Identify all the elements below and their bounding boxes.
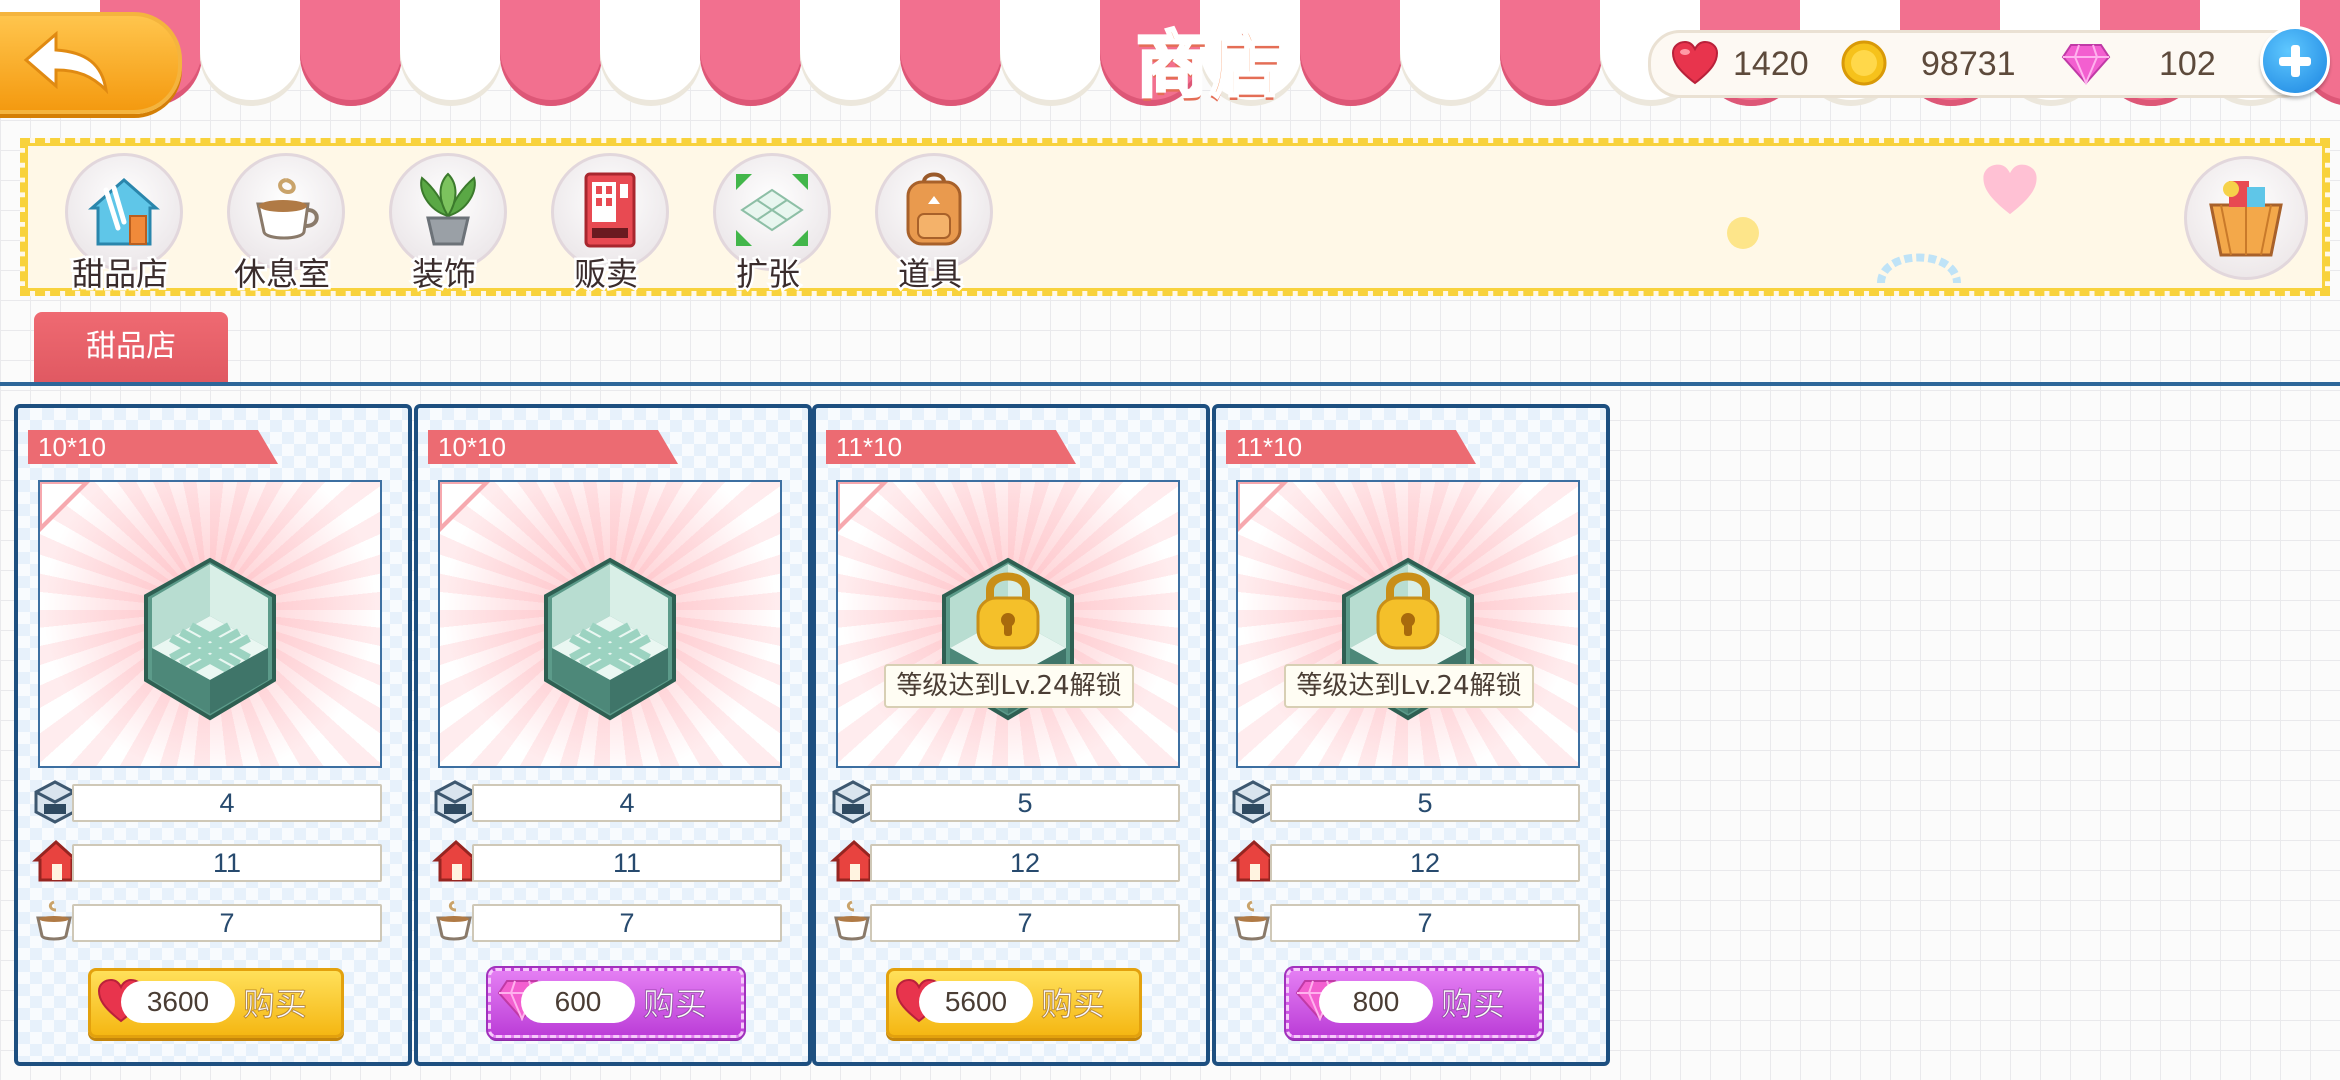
category-label: 道具 — [895, 253, 964, 296]
category-label: 装饰 — [409, 253, 478, 296]
tab-dessert-shop[interactable]: 甜品店 — [34, 312, 228, 382]
item-preview — [438, 480, 782, 768]
stat-lounge: 7 — [432, 898, 782, 944]
category-decoration[interactable]: 装饰 — [379, 153, 509, 296]
price-value: 600 — [521, 981, 635, 1023]
price-value: 3600 — [121, 981, 235, 1023]
category-label: 休息室 — [231, 253, 332, 296]
backpack-icon — [906, 172, 962, 246]
category-label: 甜品店 — [69, 253, 170, 296]
size-ribbon: 10*10 — [428, 430, 678, 464]
shop-value: 12 — [870, 844, 1180, 882]
item-preview: 等级达到Lv.24解锁 — [1236, 480, 1580, 768]
buy-label: 购买 — [242, 985, 308, 1024]
tab-divider — [0, 382, 2340, 386]
stat-lounge: 7 — [32, 898, 382, 944]
lounge-value: 7 — [870, 904, 1180, 942]
stat-shop: 11 — [432, 838, 782, 884]
dessert-shop-icon — [88, 178, 160, 246]
stat-shop: 12 — [830, 838, 1180, 884]
stat-floor: 5 — [1230, 778, 1580, 824]
lock-notice: 等级达到Lv.24解锁 — [884, 664, 1134, 708]
gem-icon — [2061, 44, 2111, 85]
floor-value: 5 — [870, 784, 1180, 822]
category-lounge[interactable]: 休息室 — [217, 153, 347, 296]
back-arrow-icon — [23, 30, 109, 94]
stat-lounge: 7 — [1230, 898, 1580, 944]
shop-value: 11 — [472, 844, 782, 882]
vending-machine-icon — [584, 172, 636, 248]
currency-bar: 1420 98731 102 — [1648, 30, 2314, 98]
lounge-value: 7 — [1270, 904, 1580, 942]
floor-value: 4 — [72, 784, 382, 822]
price-value: 5600 — [919, 981, 1033, 1023]
room-icon — [544, 557, 676, 721]
heart-decoration-icon — [1983, 164, 2037, 215]
flower-decoration-icon — [1727, 217, 1759, 249]
buy-label: 购买 — [1440, 985, 1506, 1024]
coins-value: 98731 — [1921, 45, 2016, 83]
buy-button[interactable]: 600 购买 — [486, 966, 746, 1040]
item-preview — [38, 480, 382, 768]
stat-floor: 4 — [32, 778, 382, 824]
lock-icon — [976, 572, 1040, 650]
buy-button[interactable]: 800 购买 — [1284, 966, 1544, 1040]
shop-value: 12 — [1270, 844, 1580, 882]
shop-card[interactable]: 10*10 4 11 7 3600 购买 — [14, 404, 412, 1066]
stat-shop: 12 — [1230, 838, 1580, 884]
coin-icon — [1841, 40, 1887, 86]
add-currency-button[interactable] — [2260, 26, 2330, 96]
buy-button[interactable]: 5600 购买 — [886, 968, 1142, 1038]
stat-lounge: 7 — [830, 898, 1180, 944]
lock-notice: 等级达到Lv.24解锁 — [1284, 664, 1534, 708]
category-dessert-shop[interactable]: 甜品店 — [55, 153, 185, 296]
stat-floor: 4 — [432, 778, 782, 824]
lounge-value: 7 — [72, 904, 382, 942]
size-ribbon: 11*10 — [826, 430, 1076, 464]
size-ribbon: 11*10 — [1226, 430, 1476, 464]
lounge-value: 7 — [472, 904, 782, 942]
category-label: 扩张 — [733, 253, 802, 296]
buy-label: 购买 — [1040, 985, 1106, 1024]
page-title: 商店 — [1134, 22, 1284, 109]
buy-label: 购买 — [642, 985, 708, 1024]
shop-card[interactable]: 11*10 等级达到Lv.24解锁 5 12 7 5600 购买 — [812, 404, 1210, 1066]
back-button[interactable] — [0, 12, 182, 114]
price-value: 800 — [1319, 981, 1433, 1023]
expand-floor-icon — [736, 174, 808, 246]
shop-card[interactable]: 11*10 等级达到Lv.24解锁 5 12 7 800 购买 — [1212, 404, 1610, 1066]
category-label: 贩卖 — [571, 253, 640, 296]
gift-basket-icon — [2209, 181, 2283, 257]
item-preview: 等级达到Lv.24解锁 — [836, 480, 1180, 768]
gems-value: 102 — [2159, 45, 2216, 83]
hearts-value: 1420 — [1733, 45, 1809, 83]
category-bar: 甜品店 休息室 装饰 贩卖 扩张 道具 — [20, 138, 2330, 296]
lock-icon — [1376, 572, 1440, 650]
stat-shop: 11 — [32, 838, 382, 884]
heart-icon — [1671, 41, 1719, 85]
coffee-cup-icon — [256, 178, 319, 240]
potted-plant-icon — [420, 172, 476, 246]
stat-floor: 5 — [830, 778, 1180, 824]
floor-value: 5 — [1270, 784, 1580, 822]
size-ribbon: 10*10 — [28, 430, 278, 464]
shop-value: 11 — [72, 844, 382, 882]
gift-basket-button[interactable] — [2184, 156, 2308, 280]
buy-button[interactable]: 3600 购买 — [88, 968, 344, 1038]
floor-value: 4 — [472, 784, 782, 822]
room-icon — [144, 557, 276, 721]
shop-card[interactable]: 10*10 4 11 7 600 购买 — [414, 404, 812, 1066]
category-expand[interactable]: 扩张 — [703, 153, 833, 296]
arch-decoration-icon — [1877, 253, 1961, 283]
category-items[interactable]: 道具 — [865, 153, 995, 296]
category-vending[interactable]: 贩卖 — [541, 153, 671, 296]
